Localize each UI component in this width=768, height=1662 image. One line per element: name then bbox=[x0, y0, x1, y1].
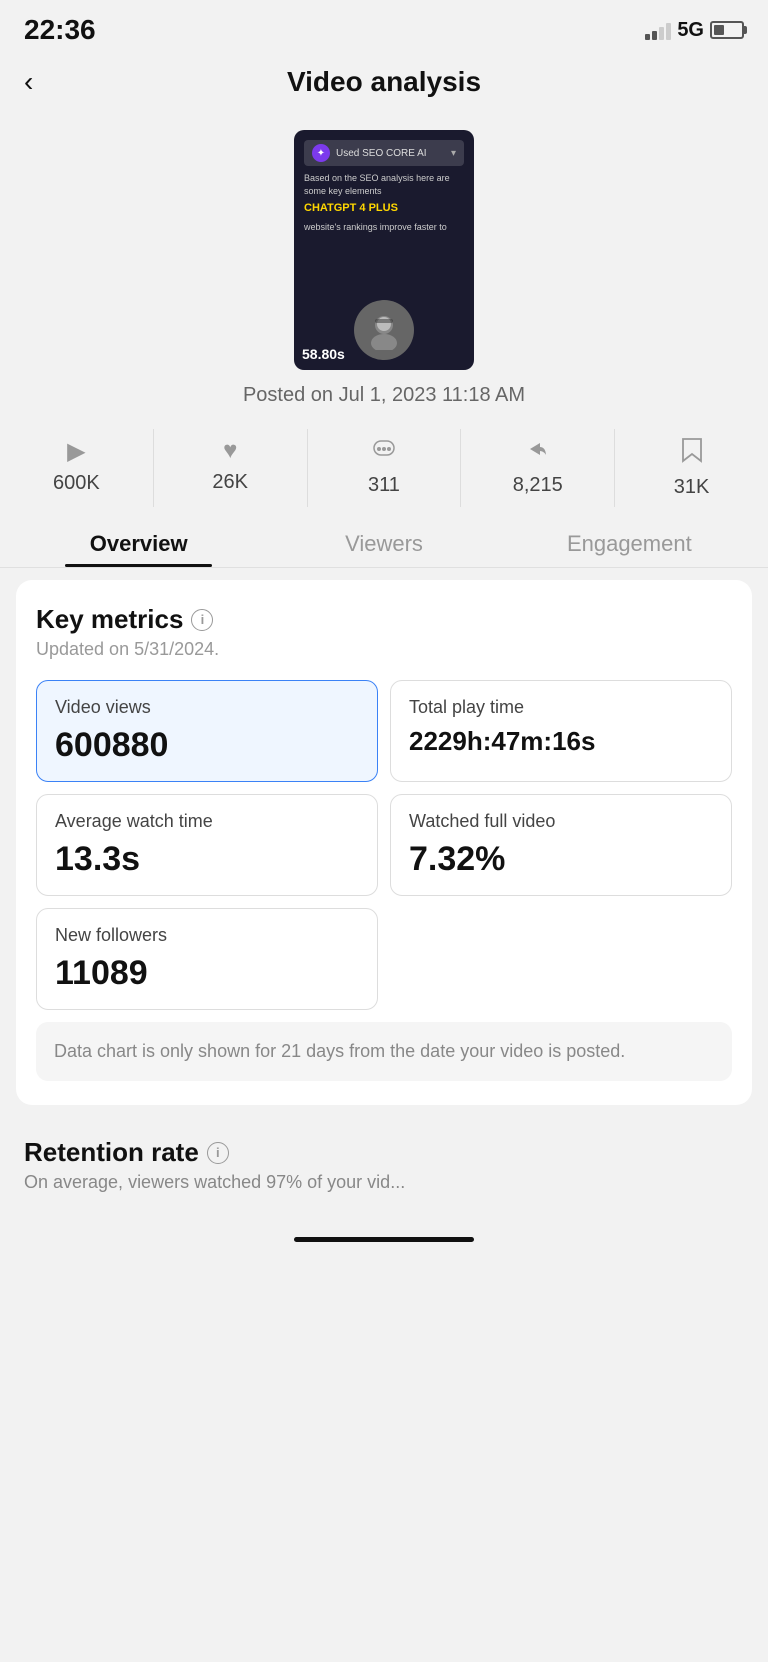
heart-icon: ♥ bbox=[223, 437, 237, 465]
card-header: Key metrics i bbox=[36, 604, 732, 635]
retention-title: Retention rate bbox=[24, 1137, 199, 1168]
avatar bbox=[354, 300, 414, 360]
video-content: Based on the SEO analysis here are some … bbox=[304, 172, 464, 296]
chart-notice: Data chart is only shown for 21 days fro… bbox=[36, 1022, 732, 1081]
retention-subtitle: On average, viewers watched 97% of your … bbox=[24, 1172, 744, 1193]
tab-overview[interactable]: Overview bbox=[16, 517, 261, 567]
comments-value: 311 bbox=[368, 474, 400, 497]
tab-viewers[interactable]: Viewers bbox=[261, 517, 506, 567]
play-icon: ▶ bbox=[67, 437, 85, 466]
tabs: Overview Viewers Engagement bbox=[0, 517, 768, 568]
metric-watched-full-value: 7.32% bbox=[409, 840, 713, 879]
stats-row: ▶ 600K ♥ 26K 311 8,215 31K bbox=[0, 419, 768, 517]
status-time: 22:36 bbox=[24, 14, 96, 46]
status-icons: 5G bbox=[645, 19, 744, 42]
stat-likes: ♥ 26K bbox=[154, 429, 308, 507]
home-bar bbox=[294, 1237, 474, 1242]
metric-total-play-time-value: 2229h:47m:16s bbox=[409, 726, 713, 757]
page-title: Video analysis bbox=[287, 66, 481, 98]
video-duration: 58.80s bbox=[302, 346, 345, 362]
signal-icon bbox=[645, 20, 671, 40]
metric-new-followers: New followers 11089 bbox=[36, 908, 378, 1010]
bookmarks-value: 31K bbox=[674, 476, 710, 499]
metric-video-views-value: 600880 bbox=[55, 726, 359, 765]
chart-notice-text: Data chart is only shown for 21 days fro… bbox=[54, 1041, 625, 1061]
stat-bookmarks: 31K bbox=[615, 429, 768, 507]
metric-new-followers-label: New followers bbox=[55, 925, 359, 946]
metrics-grid: Video views 600880 Total play time 2229h… bbox=[36, 680, 732, 1010]
status-bar: 22:36 5G bbox=[0, 0, 768, 54]
retention-header: Retention rate i bbox=[24, 1137, 744, 1168]
key-metrics-card: Key metrics i Updated on 5/31/2024. Vide… bbox=[16, 580, 752, 1105]
bookmark-icon bbox=[681, 437, 703, 470]
retention-section: Retention rate i On average, viewers wat… bbox=[0, 1117, 768, 1221]
video-top-text: Used SEO CORE AI bbox=[336, 148, 427, 159]
stat-plays: ▶ 600K bbox=[0, 429, 154, 507]
likes-value: 26K bbox=[212, 471, 248, 494]
metric-avg-watch-time-value: 13.3s bbox=[55, 840, 359, 879]
metric-total-play-time: Total play time 2229h:47m:16s bbox=[390, 680, 732, 782]
retention-info-icon[interactable]: i bbox=[207, 1142, 229, 1164]
video-thumbnail[interactable]: ✦ Used SEO CORE AI ▾ Based on the SEO an… bbox=[294, 130, 474, 370]
network-label: 5G bbox=[677, 19, 704, 42]
share-icon bbox=[526, 437, 550, 468]
metric-watched-full-label: Watched full video bbox=[409, 811, 713, 832]
tab-engagement[interactable]: Engagement bbox=[507, 517, 752, 567]
comment-icon bbox=[372, 437, 396, 468]
post-date: Posted on Jul 1, 2023 11:18 AM bbox=[243, 384, 525, 407]
ai-icon: ✦ bbox=[312, 144, 330, 162]
stat-shares: 8,215 bbox=[461, 429, 615, 507]
metric-video-views: Video views 600880 bbox=[36, 680, 378, 782]
stat-comments: 311 bbox=[308, 429, 462, 507]
metric-new-followers-value: 11089 bbox=[55, 954, 359, 993]
home-indicator bbox=[0, 1221, 768, 1250]
metric-total-play-time-label: Total play time bbox=[409, 697, 713, 718]
info-icon[interactable]: i bbox=[191, 609, 213, 631]
header: ‹ Video analysis bbox=[0, 54, 768, 114]
metric-avg-watch-time: Average watch time 13.3s bbox=[36, 794, 378, 896]
plays-value: 600K bbox=[53, 472, 100, 495]
card-subtitle: Updated on 5/31/2024. bbox=[36, 639, 732, 660]
metric-video-views-label: Video views bbox=[55, 697, 359, 718]
video-section: ✦ Used SEO CORE AI ▾ Based on the SEO an… bbox=[0, 114, 768, 419]
back-button[interactable]: ‹ bbox=[24, 68, 33, 96]
battery-icon bbox=[710, 21, 744, 39]
card-title: Key metrics bbox=[36, 604, 183, 635]
metric-watched-full: Watched full video 7.32% bbox=[390, 794, 732, 896]
shares-value: 8,215 bbox=[513, 474, 563, 497]
metric-avg-watch-time-label: Average watch time bbox=[55, 811, 359, 832]
